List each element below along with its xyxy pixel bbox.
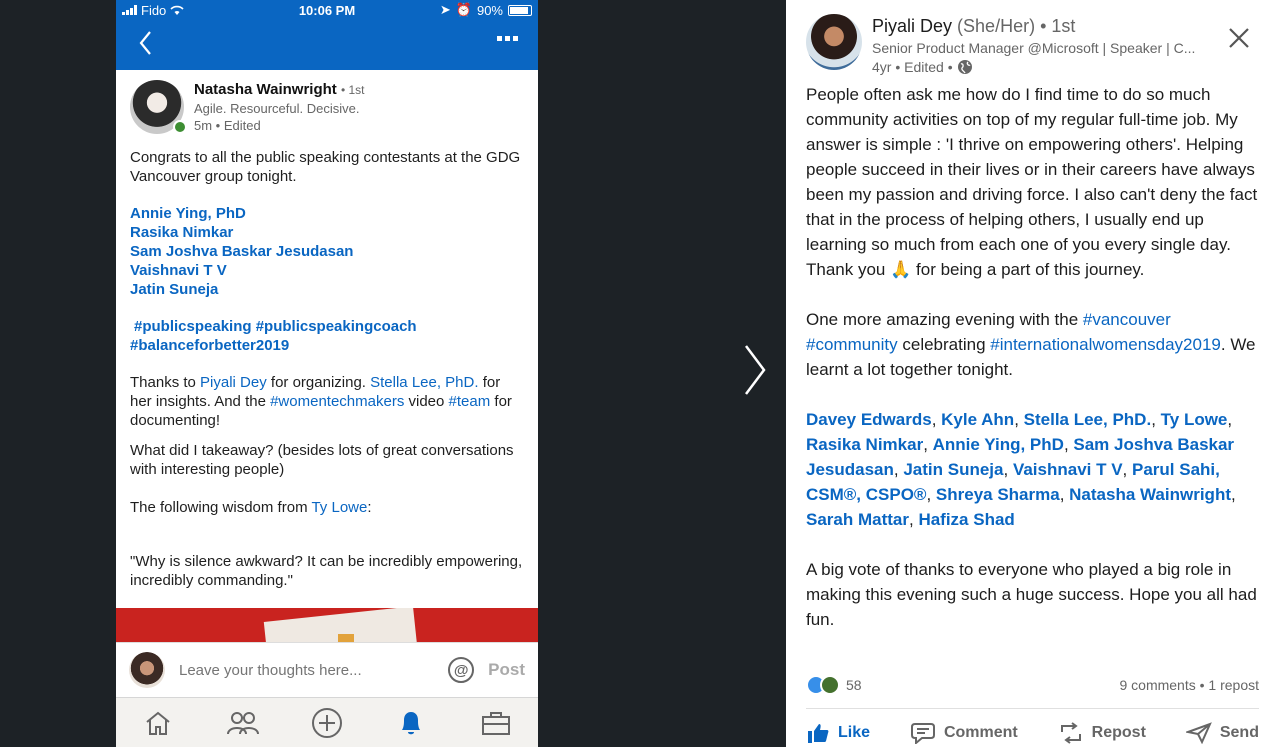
author-name[interactable]: Piyali Dey	[872, 16, 952, 36]
hashtag-link[interactable]: #internationalwomensday2019	[990, 335, 1221, 354]
mention-link[interactable]: Piyali Dey	[200, 374, 267, 391]
status-time: 10:06 PM	[298, 2, 356, 18]
mention-link[interactable]: Annie Ying, PhD	[933, 435, 1064, 454]
thumbs-up-icon	[808, 724, 829, 743]
wisdom-paragraph: The following wisdom from Ty Lowe:	[130, 499, 372, 516]
hashtag-link[interactable]: #team	[449, 393, 491, 410]
mention-link[interactable]: Shreya Sharma	[936, 485, 1060, 504]
avatar[interactable]	[806, 14, 862, 70]
mention-link[interactable]: Sarah Mattar	[806, 510, 909, 529]
comment-input[interactable]	[179, 661, 429, 679]
mention-link[interactable]: Jatin Suneja	[903, 460, 1003, 479]
post-stats: 58 9 comments • 1 repost	[806, 673, 1259, 697]
like-button[interactable]: Like	[806, 722, 870, 744]
notifications-icon[interactable]	[391, 703, 431, 743]
connection-degree: • 1st	[1040, 16, 1076, 36]
quote-paragraph: "Why is silence awkward? It can be incre…	[130, 553, 523, 589]
mention-link[interactable]: Hafiza Shad	[918, 510, 1014, 529]
author-headline: Agile. Resourceful. Decisive.	[194, 101, 360, 116]
thanks-paragraph: Thanks to Piyali Dey for organizing. Ste…	[130, 374, 512, 429]
post-actions: Like Comment Repost Send	[806, 722, 1259, 744]
comments-reposts-count[interactable]: 9 comments • 1 repost	[1119, 677, 1259, 693]
mention-link[interactable]: Annie Ying, PhD	[130, 204, 524, 223]
mentions-paragraph: Davey Edwards, Kyle Ahn, Stella Lee, PhD…	[806, 410, 1236, 529]
author-headline: Senior Product Manager @Microsoft | Spea…	[872, 40, 1196, 56]
avatar[interactable]	[130, 80, 187, 134]
mention-link[interactable]: Stella Lee, PhD.	[370, 374, 478, 391]
send-button[interactable]: Send	[1185, 722, 1259, 744]
status-bar: Fido 10:06 PM ➤ ⏰ 90%	[116, 0, 538, 20]
hashtag-link[interactable]: #vancouver	[1083, 310, 1171, 329]
more-options-button[interactable]	[497, 36, 518, 41]
mention-link[interactable]: Kyle Ahn	[941, 410, 1014, 429]
pray-emoji-icon: 🙏	[890, 260, 912, 279]
mention-link[interactable]: Vaishnavi T V	[130, 261, 524, 280]
home-icon[interactable]	[138, 703, 178, 743]
globe-icon	[957, 60, 972, 74]
post-image[interactable]	[116, 608, 538, 642]
hashtag-link[interactable]: #community	[806, 335, 898, 354]
takeaway-paragraph: What did I takeaway? (besides lots of gr…	[130, 442, 514, 478]
post-intro: Congrats to all the public speaking cont…	[130, 149, 521, 185]
mention-link[interactable]: Ty Lowe	[1161, 410, 1228, 429]
feed-post: Natasha Wainwright • 1st Agile. Resource…	[116, 70, 538, 590]
mention-at-icon[interactable]: @	[448, 657, 475, 683]
author-pronouns: (She/Her)	[957, 16, 1036, 36]
connection-degree: • 1st	[340, 83, 365, 97]
comment-button[interactable]: Comment	[910, 722, 1018, 744]
online-status-icon	[173, 120, 187, 134]
nav-bar	[116, 20, 538, 70]
post-paragraph: People often ask me how do I find time t…	[806, 85, 1258, 279]
hashtags: #publicspeaking #publicspeakingcoach #ba…	[130, 317, 524, 355]
repost-icon	[1060, 722, 1081, 744]
post-paragraph: One more amazing evening with the #vanco…	[806, 310, 1256, 379]
network-icon[interactable]	[223, 703, 263, 743]
hashtag-link[interactable]: #womentechmakers	[270, 393, 404, 410]
author-name[interactable]: Natasha Wainwright	[194, 81, 337, 98]
hashtag-link[interactable]: #publicspeaking #publicspeakingcoach	[134, 318, 417, 335]
repost-button[interactable]: Repost	[1058, 722, 1146, 744]
mention-link[interactable]: Jatin Suneja	[130, 280, 524, 299]
celebrate-reaction-icon	[820, 675, 840, 695]
post-body: People often ask me how do I find time t…	[786, 82, 1281, 632]
post-icon[interactable]	[307, 703, 347, 743]
mention-link[interactable]: Sam Joshva Baskar Jesudasan	[130, 242, 524, 261]
post-author[interactable]: Natasha Wainwright • 1st Agile. Resource…	[130, 80, 524, 136]
comment-icon	[910, 723, 935, 744]
mention-link[interactable]: Natasha Wainwright	[1069, 485, 1231, 504]
bottom-tab-bar	[116, 697, 538, 747]
mention-link[interactable]: Vaishnavi T V	[1013, 460, 1123, 479]
reactions[interactable]	[806, 675, 840, 695]
mention-link[interactable]: Rasika Nimkar	[806, 435, 923, 454]
mention-link[interactable]: Rasika Nimkar	[130, 223, 524, 242]
next-slide-arrow[interactable]	[740, 340, 770, 400]
mention-link[interactable]: Ty Lowe	[311, 499, 367, 516]
jobs-icon[interactable]	[476, 703, 516, 743]
contestant-list: Annie Ying, PhD Rasika Nimkar Sam Joshva…	[130, 204, 524, 299]
post-button[interactable]: Post	[488, 660, 525, 680]
post-meta: 4yr • Edited •	[872, 59, 953, 75]
hashtag-link[interactable]: #balanceforbetter2019	[130, 337, 289, 354]
phone-screenshot: Fido 10:06 PM ➤ ⏰ 90% Natasha Wainwright…	[116, 0, 538, 747]
post-meta: 5m • Edited	[194, 118, 261, 133]
close-icon[interactable]	[1227, 26, 1251, 50]
mention-link[interactable]: Stella Lee, PhD.	[1024, 410, 1152, 429]
mention-link[interactable]: Davey Edwards	[806, 410, 932, 429]
post-detail-panel: Piyali Dey (She/Her) • 1st Senior Produc…	[786, 0, 1281, 747]
divider	[806, 708, 1259, 709]
reactions-count[interactable]: 58	[846, 677, 862, 693]
post-paragraph: A big vote of thanks to everyone who pla…	[806, 560, 1257, 629]
send-icon	[1185, 722, 1212, 744]
comment-box: @ Post	[116, 642, 538, 697]
back-button[interactable]	[138, 30, 152, 56]
avatar	[129, 652, 165, 688]
post-header: Piyali Dey (She/Her) • 1st Senior Produc…	[786, 0, 1281, 82]
